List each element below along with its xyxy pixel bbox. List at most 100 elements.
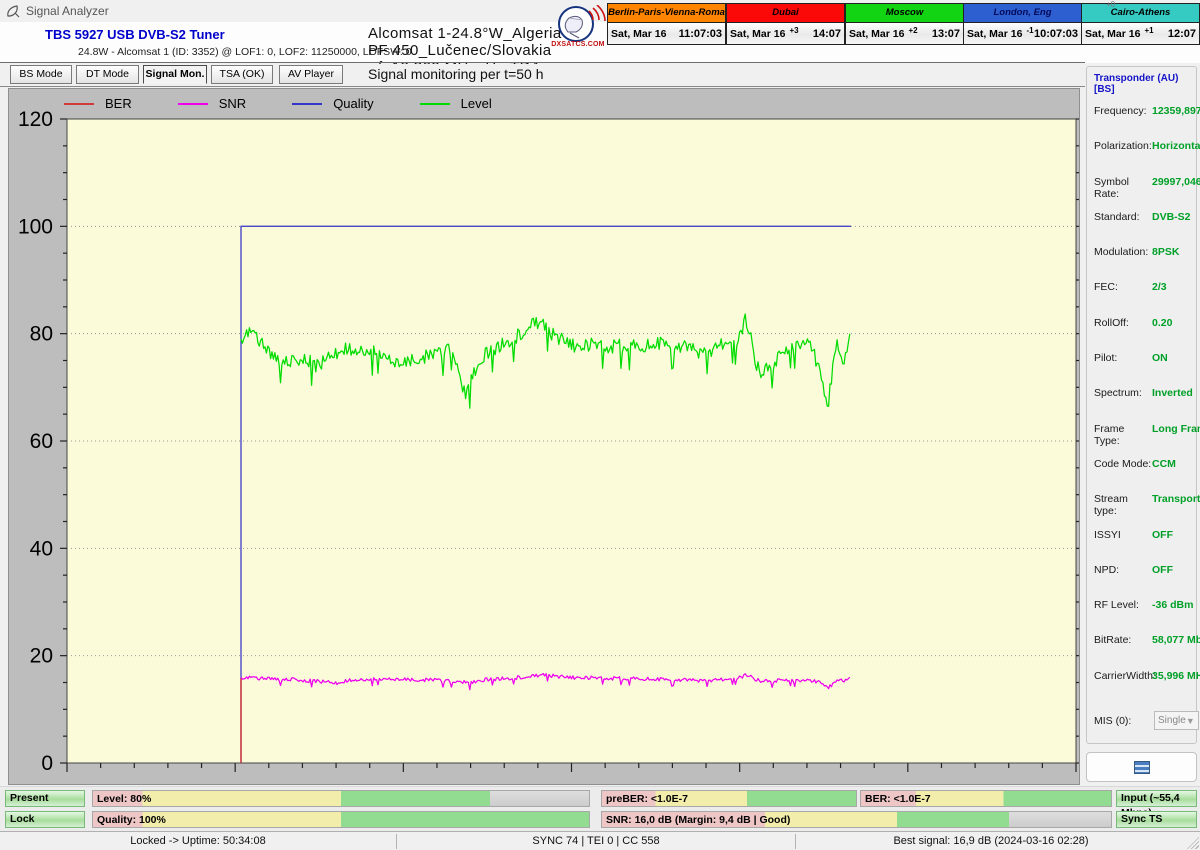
tab-dt-mode[interactable]: DT Mode	[76, 65, 139, 84]
field-label: RF Level:	[1094, 599, 1139, 612]
field-label: RollOff:	[1094, 316, 1129, 329]
chevron-down-icon: ▼	[1185, 715, 1195, 726]
clock-time: 14:07	[812, 27, 841, 40]
chart-legend: BER SNR Quality Level	[64, 96, 538, 111]
stream-list-button[interactable]	[1086, 752, 1197, 782]
legend-level-swatch	[419, 102, 450, 105]
clock-date: Sat, Mar 16	[849, 27, 905, 40]
statusbar: Locked -> Uptime: 50:34:08 SYNC 74 | TEI…	[0, 831, 1200, 850]
transponder-panel: Transponder (AU) [BS] Frequency: 12359,89…	[1085, 63, 1200, 850]
field-label: CarrierWidth:	[1094, 669, 1156, 682]
monitoring-subtitle: Signal monitoring per t=50 h	[368, 66, 552, 82]
tuner-details: 24.8W - Alcomsat 1 (ID: 3352) @ LOF1: 0,…	[78, 46, 412, 58]
tuner-name: TBS 5927 USB DVB-S2 Tuner	[45, 27, 225, 42]
transponder-title: Transponder (AU) [BS]	[1094, 73, 1179, 95]
field-label: Standard:	[1094, 210, 1140, 223]
utc-offset-note: +0	[1106, 0, 1116, 9]
field-label: Modulation:	[1094, 246, 1149, 259]
clock-london: London, Eng Sat, Mar 16 -1 10:07:03	[963, 3, 1082, 45]
mis-row: MIS (0): Single ▼	[1094, 711, 1199, 731]
clock-time: 11:07:03	[678, 27, 722, 40]
field-label: ISSYI	[1094, 528, 1121, 541]
site-name: PF 450_Lučenec/Slovakia	[368, 42, 552, 59]
preber-bar: preBER: <1.0E-7	[601, 790, 857, 807]
resize-grip[interactable]	[1187, 837, 1199, 849]
list-icon	[1133, 760, 1150, 774]
tab-av-player[interactable]: AV Player	[279, 65, 343, 84]
mis-label: MIS (0):	[1094, 714, 1132, 727]
sync-ts-indicator: Sync TS	[1116, 811, 1197, 828]
statusbar-sync: SYNC 74 | TEI 0 | CC 558	[532, 835, 660, 847]
field-label: Stream type:	[1094, 493, 1128, 518]
field-value: 58,077 Mbit/s	[1152, 634, 1200, 647]
dxsatcs-logo: DXSATCS.COM	[549, 4, 607, 61]
field-value: Horizontal	[1152, 140, 1200, 153]
svg-text:20: 20	[30, 645, 53, 668]
clock-time: 10:07:03	[1033, 27, 1078, 40]
field-value: 8PSK	[1152, 246, 1180, 259]
transponder-groupbox: Transponder (AU) [BS] Frequency: 12359,89…	[1086, 66, 1200, 744]
clock-moscow: Moscow Sat, Mar 16 +2 13:07	[845, 3, 964, 45]
mis-dropdown[interactable]: Single ▼	[1154, 711, 1199, 731]
field-value: 0.20	[1152, 316, 1173, 329]
field-value: Inverted	[1152, 387, 1193, 400]
clock-city-label: Moscow	[846, 4, 963, 23]
field-value: OFF	[1152, 563, 1173, 576]
level-bar: Level: 80%	[92, 790, 590, 807]
app-icon	[7, 5, 20, 18]
satellite-name: Alcomsat 1-24.8°W_Algeria	[368, 25, 562, 42]
clock-cairo-athens: Cairo-Athens Sat, Mar 16 +1 12:07	[1081, 3, 1200, 45]
ber-bar: BER: <1.0E-7	[860, 790, 1112, 807]
clock-city-label: Cairo-Athens	[1082, 4, 1199, 23]
legend-quality-swatch	[292, 102, 323, 105]
svg-text:100: 100	[18, 215, 53, 238]
clock-time: 13:07	[931, 27, 960, 40]
signal-chart: 0 20 40 60 80 100 120	[18, 108, 1079, 775]
field-value: Long Frame	[1152, 422, 1200, 435]
clock-city-label: London, Eng	[964, 4, 1081, 23]
field-label: BitRate:	[1094, 634, 1132, 647]
clock-city-label: Berlin-Paris-Vienna-Roma	[608, 4, 725, 23]
clock-utc-offset: +1	[1144, 25, 1154, 35]
field-value: OFF	[1152, 528, 1173, 541]
svg-text:80: 80	[30, 323, 53, 346]
clock-date: Sat, Mar 16	[1085, 27, 1141, 40]
field-value: ON	[1152, 352, 1168, 365]
field-label: Frame Type:	[1094, 422, 1125, 447]
field-label: NPD:	[1094, 563, 1120, 576]
field-value: CCM	[1152, 457, 1176, 470]
legend-level: Level	[419, 96, 492, 111]
tab-bs-mode[interactable]: BS Mode	[10, 65, 72, 84]
svg-text:0: 0	[41, 752, 53, 775]
field-label: Code Mode:	[1094, 457, 1152, 470]
field-label: Symbol Rate:	[1094, 175, 1130, 200]
clock-utc-offset: -1	[1026, 25, 1034, 35]
logo-text: DXSATCS.COM	[551, 41, 605, 48]
field-label: Spectrum:	[1094, 387, 1142, 400]
svg-text:120: 120	[18, 108, 53, 131]
window-title: Signal Analyzer	[26, 4, 109, 18]
field-value: DVB-S2	[1152, 210, 1191, 223]
field-value: 2/3	[1152, 281, 1167, 294]
legend-ber-swatch	[64, 102, 94, 105]
tab-tsa[interactable]: TSA (OK)	[211, 65, 273, 84]
field-label: Polarization:	[1094, 140, 1152, 153]
signal-chart-panel: 0 20 40 60 80 100 120 BER SNR Quality Level	[8, 88, 1080, 785]
clock-time: 12:07	[1167, 27, 1196, 40]
field-value: 35,996 MHz	[1152, 669, 1200, 682]
field-label: Pilot:	[1094, 352, 1118, 365]
legend-quality: Quality	[292, 96, 374, 111]
tab-signal-mon[interactable]: Signal Mon.	[143, 65, 207, 84]
quality-bar: Quality: 100%	[92, 811, 590, 828]
clock-date: Sat, Mar 16	[611, 27, 667, 40]
field-label: FEC:	[1094, 281, 1118, 294]
clock-dubai: Dubai Sat, Mar 16 +3 14:07	[726, 3, 845, 45]
field-value: 12359,897 MHz	[1152, 105, 1200, 117]
clock-utc-offset: +2	[908, 25, 918, 35]
legend-snr: SNR	[177, 96, 246, 111]
svg-text:60: 60	[30, 430, 53, 453]
present-indicator: Present	[5, 790, 85, 807]
field-value: 29997,046 KS/s	[1152, 175, 1200, 188]
lock-indicator: Lock	[5, 811, 85, 828]
clock-berlin-paris-vienna-roma: Berlin-Paris-Vienna-Roma Sat, Mar 16 11:…	[607, 3, 726, 45]
